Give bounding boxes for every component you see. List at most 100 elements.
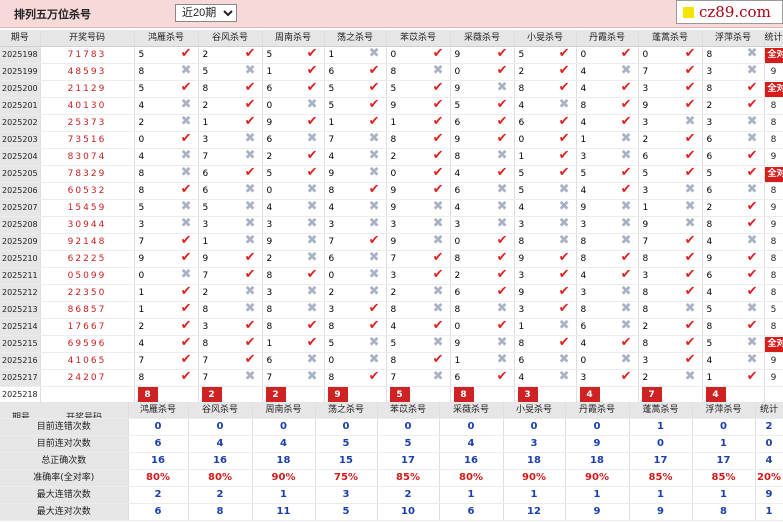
- stat-value: 0: [315, 418, 378, 436]
- column-header[interactable]: 采薇杀号: [439, 402, 504, 419]
- column-header[interactable]: 浮萍杀号: [692, 402, 756, 419]
- kill-value: 9: [328, 169, 335, 179]
- table-row: 2025216 41065 7 ✔ 7 ✔ 6 ✖ 0 ✖ 8 ✔ 1 ✖ 6 ✖ 0 ✖ 3 ✔ 4 ✖ 9: [0, 352, 783, 370]
- kill-cell: 0 ✖: [576, 352, 639, 370]
- stat-value: 4: [188, 435, 253, 453]
- kill-cell-inner: 6 ✖: [703, 132, 764, 148]
- column-header[interactable]: 鸿雁杀号: [128, 402, 189, 419]
- kill-cell: 2 ✔: [638, 318, 703, 336]
- kill-cell: 4 ✖: [324, 199, 387, 217]
- kill-cell-inner: 9 ✔: [451, 132, 514, 148]
- kill-cell: 2 ✔: [702, 199, 765, 217]
- column-header[interactable]: 周南杀号: [252, 402, 316, 419]
- stat-value: 1: [565, 486, 630, 504]
- kill-cell: 4 ✔: [386, 318, 451, 336]
- column-header[interactable]: 谷风杀号: [198, 30, 263, 47]
- kill-cell-inner: 5 ✔: [135, 81, 198, 97]
- kill-cell: 7 ✔: [198, 267, 263, 285]
- cross-mark-icon: ✖: [684, 182, 696, 197]
- cross-mark-icon: ✖: [368, 216, 380, 231]
- column-header[interactable]: 苯苡杀号: [377, 402, 440, 419]
- column-header[interactable]: 周南杀号: [262, 30, 325, 47]
- check-mark-icon: ✔: [368, 318, 380, 333]
- column-header[interactable]: 蓬蒿杀号: [629, 402, 693, 419]
- column-header[interactable]: 荡之杀号: [324, 30, 387, 47]
- period-range-select[interactable]: 近20期: [175, 4, 237, 22]
- kill-cell: 5 ✖: [324, 335, 387, 353]
- kill-value: 2: [266, 152, 273, 162]
- kill-cell-inner: 1 ✔: [325, 115, 386, 131]
- column-header[interactable]: 采薇杀号: [450, 30, 515, 47]
- kill-cell-inner: 9 ✖: [263, 234, 324, 250]
- all-correct-badge: 全对: [764, 167, 782, 182]
- column-header[interactable]: 丹霞杀号: [565, 402, 630, 419]
- column-header[interactable]: 苯苡杀号: [386, 30, 451, 47]
- kill-cell-inner: 2 ✔: [639, 132, 702, 148]
- column-header[interactable]: 统计: [764, 30, 783, 47]
- column-header[interactable]: 小旻杀号: [503, 402, 566, 419]
- stat-cell: 9: [764, 199, 783, 217]
- kill-value: 9: [580, 203, 587, 213]
- check-mark-icon: ✔: [368, 114, 380, 129]
- kill-cell: 4 ✔: [576, 182, 639, 200]
- kill-value: 7: [642, 237, 649, 247]
- check-mark-icon: ✔: [746, 97, 758, 112]
- period-cell: 2025205: [0, 165, 41, 183]
- column-header[interactable]: 丹霞杀号: [576, 30, 639, 47]
- kill-cell-inner: 6 ✔: [703, 149, 764, 165]
- kill-cell-inner: 4 ✖: [135, 149, 198, 165]
- kill-value: 3: [454, 220, 461, 230]
- stat-value: 1: [439, 486, 504, 504]
- kill-value: 1: [138, 288, 145, 298]
- kill-cell: 2 ✔: [514, 63, 577, 81]
- stat-value: 16: [439, 452, 504, 470]
- period-cell: 2025203: [0, 131, 41, 149]
- kill-cell: 4 ✖: [514, 199, 577, 217]
- kill-cell-inner: 2 ✔: [387, 149, 450, 165]
- column-header[interactable]: 浮萍杀号: [702, 30, 765, 47]
- kill-cell: 0 ✖: [324, 267, 387, 285]
- period-cell: 2025211: [0, 267, 41, 285]
- column-header[interactable]: 荡之杀号: [315, 402, 378, 419]
- column-header[interactable]: 开奖号码: [40, 30, 135, 47]
- kill-cell-inner: 8 ✖: [639, 302, 702, 318]
- column-header[interactable]: 蓬蒿杀号: [638, 30, 703, 47]
- stat-row: 最大连错次数 2 2 1 3 2 1 1 1 1 1 9: [0, 486, 783, 504]
- kill-value: 9: [706, 254, 713, 264]
- kill-value: 3: [202, 220, 209, 230]
- check-mark-icon: ✔: [432, 148, 444, 163]
- kill-value: 1: [266, 339, 273, 349]
- kill-value: 7: [138, 237, 145, 247]
- kill-cell-inner: 8 ✖: [199, 302, 262, 318]
- kill-cell-inner: 1 ✖: [577, 132, 638, 148]
- table-row: 2025201 40130 4 ✖ 2 ✔ 0 ✖ 5 ✔ 9 ✔ 5 ✔ 4 ✖ 8 ✔ 9 ✔ 2 ✔ 8: [0, 97, 783, 115]
- kill-cell-inner: 3 ✔: [325, 302, 386, 318]
- kill-value: 8: [580, 237, 587, 247]
- current-period-row: 2025218 当前期杀号 8 2 2 9 5 8 3 4 7 4: [0, 386, 783, 404]
- check-mark-icon: ✔: [180, 318, 192, 333]
- stat-value: 8: [188, 503, 253, 521]
- kill-cell: 0 ✔: [450, 318, 515, 336]
- stat-value: 9: [755, 486, 783, 504]
- site-logo[interactable]: cz89.com: [676, 0, 783, 24]
- kill-cell-inner: 7 ✖: [199, 149, 262, 165]
- stat-value: 0: [565, 418, 630, 436]
- column-header[interactable]: 期号: [0, 30, 41, 47]
- kill-cell: 9 ✖: [576, 199, 639, 217]
- kill-cell-inner: 1 ✔: [515, 149, 576, 165]
- stat-row: 最大连对次数 6 8 11 5 10 6 12 9 9 8 1: [0, 503, 783, 521]
- column-header[interactable]: 统计: [755, 402, 783, 419]
- kill-cell: 3 ✔: [638, 352, 703, 370]
- stat-label: 最大连对次数: [0, 503, 129, 521]
- column-header[interactable]: 鸿雁杀号: [134, 30, 199, 47]
- kill-cell-inner: 8 ✔: [703, 217, 764, 233]
- column-header[interactable]: 期号 开奖号码: [0, 402, 129, 419]
- kill-cell: 5 ✔: [262, 46, 325, 64]
- cross-mark-icon: ✖: [306, 199, 318, 214]
- column-header[interactable]: 谷风杀号: [188, 402, 253, 419]
- stat-value: 80%: [439, 469, 504, 487]
- column-header[interactable]: 小旻杀号: [514, 30, 577, 47]
- kill-value: 5: [518, 169, 525, 179]
- kill-cell-inner: 4 ✔: [451, 166, 514, 182]
- kill-value: 8: [706, 322, 713, 332]
